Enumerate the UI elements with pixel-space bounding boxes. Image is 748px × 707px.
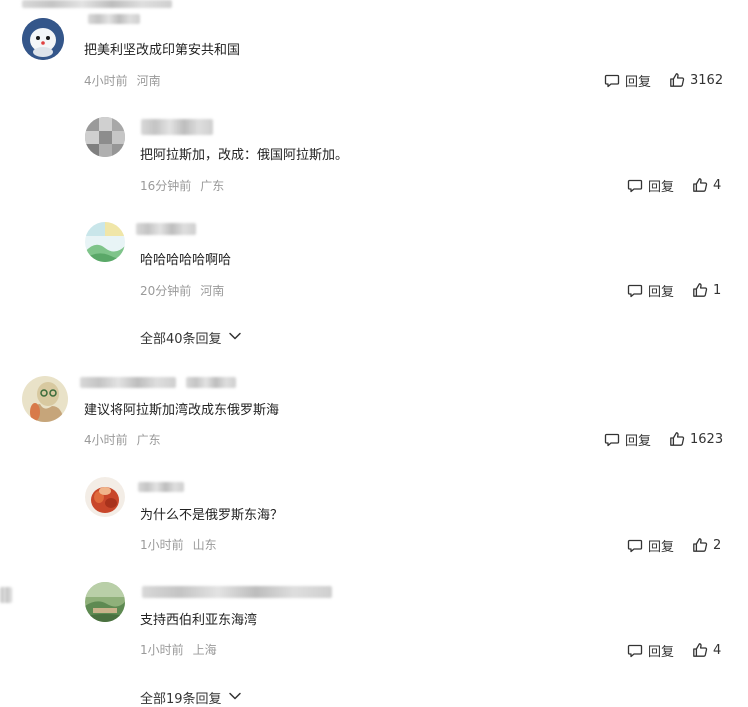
like-button[interactable]: 4	[692, 176, 721, 194]
thumbs-up-icon	[692, 177, 708, 193]
thumbs-up-icon	[692, 537, 708, 553]
username-blurred	[80, 377, 176, 388]
reply-icon	[604, 431, 620, 447]
avatar[interactable]	[22, 376, 68, 422]
reply-button[interactable]: 回复	[627, 281, 675, 300]
avatar[interactable]	[85, 477, 125, 517]
view-all-replies-button[interactable]: 全部40条回复	[140, 328, 242, 347]
reply-location: 山东	[192, 538, 217, 552]
reply-meta: 16分钟前 广东	[140, 178, 224, 194]
avatar[interactable]	[85, 582, 125, 622]
comment-text: 把美利坚改成印第安共和国	[84, 43, 241, 58]
like-button[interactable]: 1623	[669, 430, 723, 448]
username-blurred	[138, 482, 184, 492]
like-button[interactable]: 2	[692, 536, 721, 554]
comment-meta: 4小时前 河南	[84, 73, 161, 89]
like-button[interactable]: 4	[692, 641, 721, 659]
thumbs-up-icon	[692, 282, 708, 298]
reply-time: 16分钟前	[140, 179, 192, 193]
reply-button[interactable]: 回复	[627, 641, 675, 660]
comment-meta: 4小时前 广东	[84, 432, 161, 448]
reply-location: 河南	[200, 284, 225, 298]
like-count: 2	[713, 537, 722, 553]
avatar[interactable]	[85, 117, 125, 157]
comment-location: 广东	[136, 433, 161, 447]
reply-meta: 1小时前 上海	[140, 642, 217, 658]
reply-meta: 1小时前 山东	[140, 537, 217, 553]
like-button[interactable]: 1	[692, 281, 721, 299]
comment-text: 建议将阿拉斯加湾改成东俄罗斯海	[84, 403, 280, 418]
reply-label: 回复	[648, 644, 675, 660]
reply-icon	[627, 177, 643, 193]
like-count: 1	[713, 282, 722, 298]
view-all-replies-label: 全部40条回复	[140, 331, 222, 347]
reply-button[interactable]: 回复	[604, 71, 652, 90]
username-blurred	[88, 14, 140, 24]
username-blurred	[141, 119, 213, 135]
reply-meta: 20分钟前 河南	[140, 283, 224, 299]
like-count: 3162	[690, 72, 724, 88]
reply-time: 1小时前	[140, 643, 184, 657]
reply-button[interactable]: 回复	[604, 430, 652, 449]
like-count: 1623	[690, 431, 724, 447]
reply-label: 回复	[625, 433, 652, 449]
avatar[interactable]	[22, 18, 64, 60]
reply-label: 回复	[625, 74, 652, 90]
reply-icon	[627, 282, 643, 298]
reply-button[interactable]: 回复	[627, 536, 675, 555]
reply-text: 支持西伯利亚东海湾	[140, 613, 258, 628]
reply-label: 回复	[648, 284, 675, 300]
reply-location: 广东	[200, 179, 225, 193]
username-blurred	[142, 586, 332, 598]
like-count: 4	[713, 642, 722, 658]
reply-time: 20分钟前	[140, 284, 192, 298]
username-blurred	[186, 377, 236, 388]
reply-icon	[627, 537, 643, 553]
reply-icon	[604, 72, 620, 88]
reply-icon	[627, 642, 643, 658]
view-all-replies-button[interactable]: 全部19条回复	[140, 688, 242, 707]
reply-label: 回复	[648, 539, 675, 555]
username-blurred	[0, 587, 12, 603]
username-blurred	[136, 223, 196, 235]
thumbs-up-icon	[669, 431, 685, 447]
thumbs-up-icon	[669, 72, 685, 88]
comment-time: 4小时前	[84, 433, 128, 447]
reply-label: 回复	[648, 179, 675, 195]
reply-text: 哈哈哈哈哈啊哈	[140, 253, 232, 268]
like-count: 4	[713, 177, 722, 193]
thumbs-up-icon	[692, 642, 708, 658]
reply-time: 1小时前	[140, 538, 184, 552]
reply-text: 把阿拉斯加，改成：俄国阿拉斯加。	[140, 148, 349, 163]
reply-text: 为什么不是俄罗斯东海？	[140, 508, 284, 523]
chevron-down-icon	[222, 690, 242, 705]
like-button[interactable]: 3162	[669, 71, 723, 89]
reply-location: 上海	[192, 643, 217, 657]
comment-location: 河南	[136, 74, 161, 88]
chevron-down-icon	[222, 330, 242, 345]
username-blurred	[22, 0, 172, 8]
view-all-replies-label: 全部19条回复	[140, 691, 222, 707]
comment-time: 4小时前	[84, 74, 128, 88]
avatar[interactable]	[85, 222, 125, 262]
reply-button[interactable]: 回复	[627, 176, 675, 195]
